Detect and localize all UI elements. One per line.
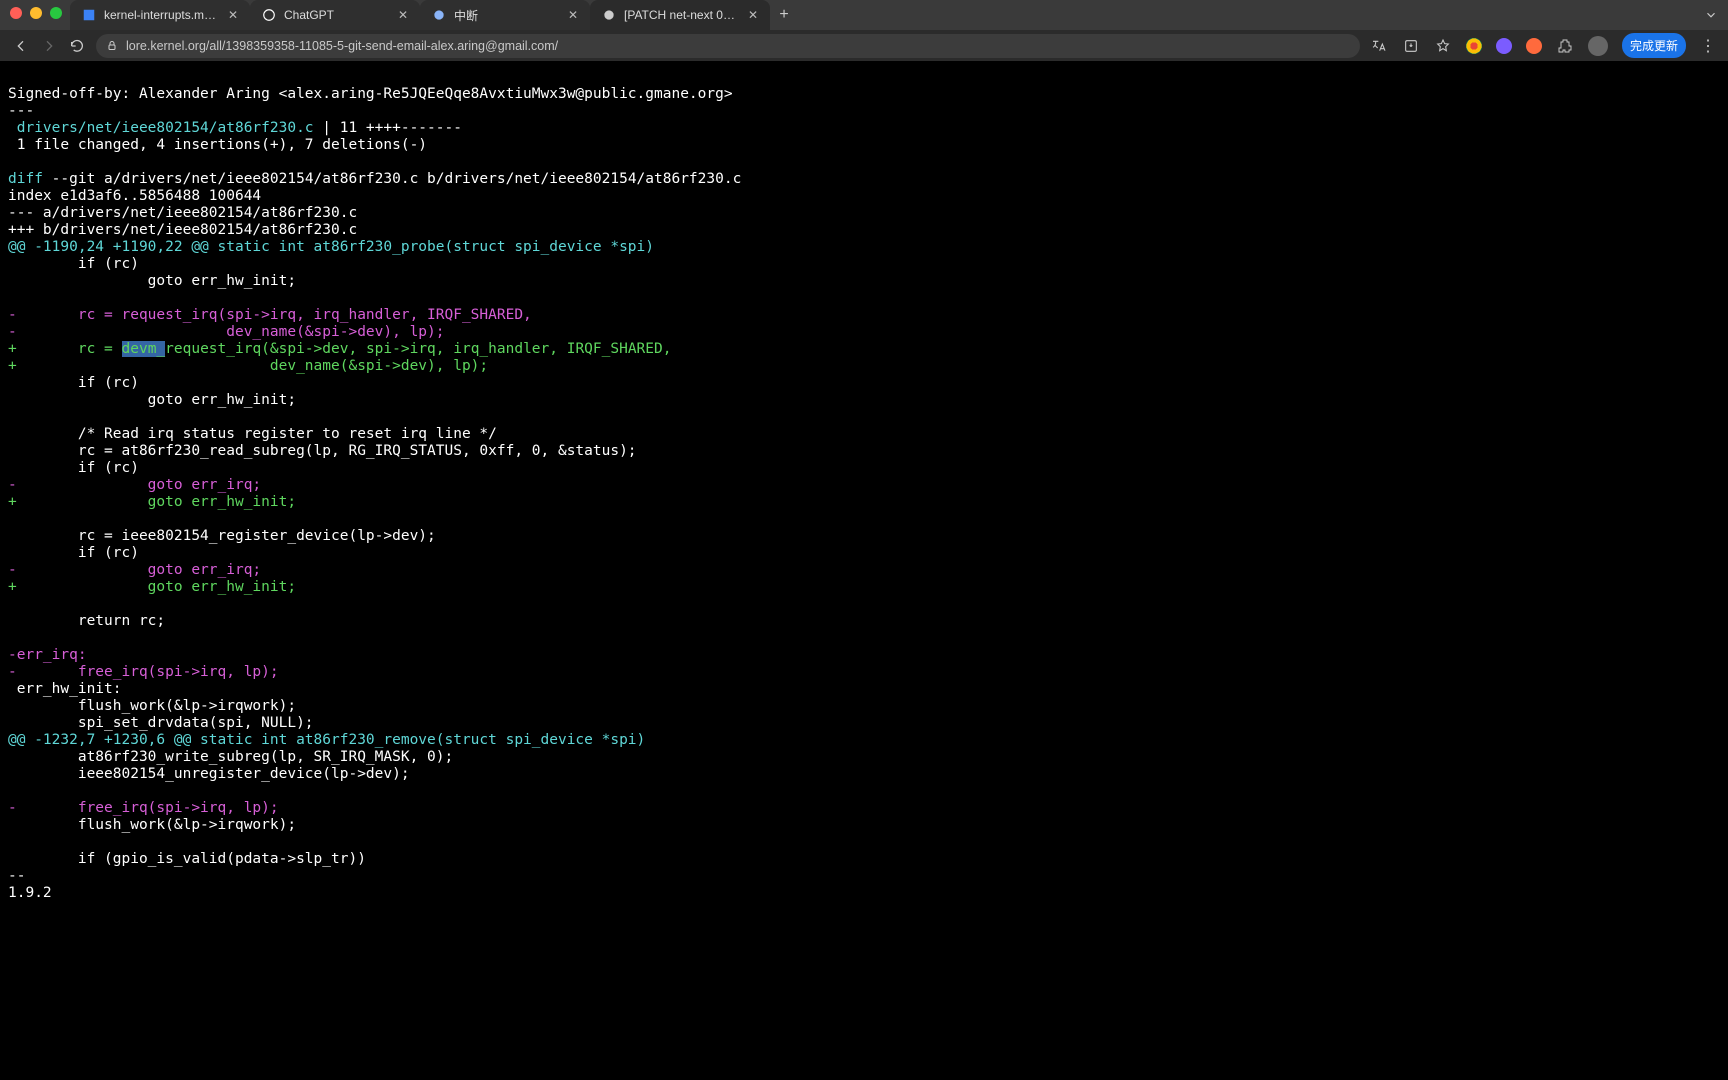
ctx-line: return rc; — [8, 613, 165, 629]
tab-patch[interactable]: [PATCH net-next 04/14] at86… ✕ — [590, 0, 770, 30]
toolbar: lore.kernel.org/all/1398359358-11085-5-g… — [0, 30, 1728, 61]
ctx-line: if (rc) — [8, 545, 139, 561]
blank-line — [8, 511, 17, 527]
separator: -- — [8, 868, 34, 884]
close-icon[interactable]: ✕ — [228, 8, 238, 22]
blank-line — [8, 290, 17, 306]
ctx-line: /* Read irq status register to reset irq… — [8, 426, 497, 442]
removed-line: - rc = request_irq(spi->irq, irq_handler… — [8, 307, 532, 323]
removed-line: - free_irq(spi->irq, lp); — [8, 664, 279, 680]
added-line-suffix: request_irq(&spi->dev, spi->irq, irq_han… — [165, 341, 671, 357]
vscode-icon — [82, 8, 96, 22]
bookmark-star-icon[interactable] — [1434, 37, 1452, 55]
removed-line: -err_irq: — [8, 647, 87, 663]
added-line: + goto err_hw_init; — [8, 579, 296, 595]
profile-avatar[interactable] — [1588, 36, 1608, 56]
ctx-line: rc = ieee802154_register_device(lp->dev)… — [8, 528, 436, 544]
ctx-line: at86rf230_write_subreg(lp, SR_IRQ_MASK, … — [8, 749, 453, 765]
ctx-line: rc = at86rf230_read_subreg(lp, RG_IRQ_ST… — [8, 443, 637, 459]
tab-list-button[interactable] — [1694, 0, 1728, 30]
translate-icon[interactable] — [1370, 37, 1388, 55]
back-button[interactable] — [12, 37, 30, 55]
close-icon[interactable]: ✕ — [398, 8, 408, 22]
forward-button[interactable] — [40, 37, 58, 55]
window-controls — [10, 7, 62, 19]
extension-icon[interactable] — [1496, 38, 1512, 54]
ctx-line: err_hw_init: — [8, 681, 122, 697]
tab-interrupt-cn[interactable]: 中断 ✕ — [420, 0, 590, 30]
browser-chrome: kernel-interrupts.md — code ✕ ChatGPT ✕ … — [0, 0, 1728, 61]
blank-line — [8, 596, 17, 612]
site-info-icon[interactable] — [106, 40, 118, 52]
added-line: + goto err_hw_init; — [8, 494, 296, 510]
update-button[interactable]: 完成更新 — [1622, 33, 1686, 58]
ctx-line: if (rc) — [8, 375, 139, 391]
extensions-menu-icon[interactable] — [1556, 37, 1574, 55]
added-line: + dev_name(&spi->dev), lp); — [8, 358, 488, 374]
close-icon[interactable]: ✕ — [568, 8, 578, 22]
ctx-line: goto err_hw_init; — [8, 273, 296, 289]
close-window-button[interactable] — [10, 7, 22, 19]
git-version: 1.9.2 — [8, 885, 52, 901]
ctx-line: if (rc) — [8, 256, 139, 272]
blank-line — [8, 409, 17, 425]
hunk-header: @@ -1190,24 +1190,22 @@ static int at86r… — [8, 239, 654, 255]
maximize-window-button[interactable] — [50, 7, 62, 19]
tab-label: 中断 — [454, 7, 560, 24]
removed-line: - dev_name(&spi->dev), lp); — [8, 324, 445, 340]
removed-line: - goto err_irq; — [8, 562, 261, 578]
added-line-prefix: + rc = — [8, 341, 122, 357]
extension-icon[interactable] — [1466, 38, 1482, 54]
reload-button[interactable] — [68, 37, 86, 55]
tab-strip: kernel-interrupts.md — code ✕ ChatGPT ✕ … — [0, 0, 1728, 30]
removed-line: - free_irq(spi->irq, lp); — [8, 800, 279, 816]
address-bar[interactable]: lore.kernel.org/all/1398359358-11085-5-g… — [96, 34, 1360, 58]
close-icon[interactable]: ✕ — [748, 8, 758, 22]
blank-line — [8, 630, 17, 646]
hunk-header: @@ -1232,7 +1230,6 @@ static int at86rf2… — [8, 732, 645, 748]
update-button-label: 完成更新 — [1630, 37, 1678, 54]
index-line: index e1d3af6..5856488 100644 — [8, 188, 261, 204]
url-text: lore.kernel.org/all/1398359358-11085-5-g… — [126, 39, 558, 53]
stat-summary: 1 file changed, 4 insertions(+), 7 delet… — [8, 137, 427, 153]
removed-line: - goto err_irq; — [8, 477, 261, 493]
chatgpt-icon — [262, 8, 276, 22]
toolbar-right: 完成更新 ⋮ — [1370, 33, 1716, 58]
ctx-line: if (rc) — [8, 460, 139, 476]
blank-line — [8, 783, 17, 799]
browser-menu-icon[interactable]: ⋮ — [1700, 36, 1716, 56]
tab-label: kernel-interrupts.md — code — [104, 8, 220, 22]
minus-file: --- a/drivers/net/ieee802154/at86rf230.c — [8, 205, 357, 221]
blank-line — [8, 834, 17, 850]
web-icon — [432, 8, 446, 22]
ctx-line: spi_set_drvdata(spi, NULL); — [8, 715, 314, 731]
ctx-line: flush_work(&lp->irqwork); — [8, 698, 296, 714]
diff-cmd-tail: --git a/drivers/net/ieee802154/at86rf230… — [43, 171, 741, 187]
stat-tail: | 11 ++++------- — [314, 120, 462, 136]
ctx-line: ieee802154_unregister_device(lp->dev); — [8, 766, 410, 782]
extension-icon[interactable] — [1526, 38, 1542, 54]
separator: --- — [8, 103, 34, 119]
tab-chatgpt[interactable]: ChatGPT ✕ — [250, 0, 420, 30]
stat-file: drivers/net/ieee802154/at86rf230.c — [8, 120, 314, 136]
minimize-window-button[interactable] — [30, 7, 42, 19]
tab-kernel-interrupts[interactable]: kernel-interrupts.md — code ✕ — [70, 0, 250, 30]
diff-cmd-head: diff — [8, 171, 43, 187]
install-icon[interactable] — [1402, 37, 1420, 55]
diff-content[interactable]: Signed-off-by: Alexander Aring <alex.ari… — [0, 61, 1728, 910]
web-icon — [602, 8, 616, 22]
tab-label: [PATCH net-next 04/14] at86… — [624, 8, 740, 22]
signed-off-line: Signed-off-by: Alexander Aring <alex.ari… — [8, 86, 733, 102]
ctx-line: goto err_hw_init; — [8, 392, 296, 408]
new-tab-button[interactable]: + — [770, 0, 798, 30]
selected-text: devm_ — [122, 341, 166, 357]
ctx-line: flush_work(&lp->irqwork); — [8, 817, 296, 833]
ctx-line: if (gpio_is_valid(pdata->slp_tr)) — [8, 851, 366, 867]
plus-file: +++ b/drivers/net/ieee802154/at86rf230.c — [8, 222, 357, 238]
tab-label: ChatGPT — [284, 8, 390, 22]
